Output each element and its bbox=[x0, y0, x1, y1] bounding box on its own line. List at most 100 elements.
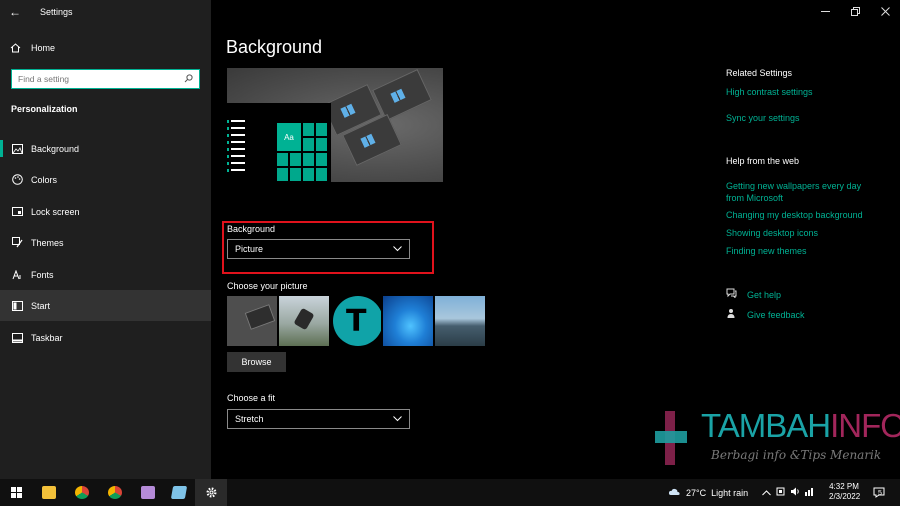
sidebar-item-label: Start bbox=[31, 300, 51, 311]
search-input[interactable]: Find a setting bbox=[11, 69, 200, 89]
change-background-link[interactable]: Changing my desktop background bbox=[726, 209, 863, 221]
system-tray bbox=[762, 479, 818, 506]
chrome-icon[interactable] bbox=[66, 479, 98, 506]
watermark-tagline: Berbagi info &Tips Menarik bbox=[711, 448, 882, 462]
brush-icon bbox=[11, 237, 23, 249]
picture-thumbnail[interactable]: T bbox=[331, 296, 381, 346]
picture-thumbnails: T bbox=[227, 296, 485, 346]
sidebar-item-label: Fonts bbox=[31, 269, 54, 280]
get-help-link[interactable]: Get help bbox=[726, 288, 781, 301]
start-icon bbox=[11, 300, 23, 312]
weather-desc: Light rain bbox=[711, 487, 749, 498]
weather-widget[interactable]: 27°C Light rain bbox=[668, 479, 748, 506]
fit-dropdown-value: Stretch bbox=[235, 414, 264, 424]
choose-picture-label: Choose your picture bbox=[227, 281, 308, 291]
sidebar-item-themes[interactable]: Themes bbox=[0, 227, 211, 258]
sidebar-item-label: Taskbar bbox=[31, 332, 63, 343]
sidebar: ← Settings Home Find a setting Personali… bbox=[0, 0, 211, 479]
back-button[interactable]: ← bbox=[0, 0, 30, 24]
palette-icon bbox=[11, 174, 23, 186]
file-explorer-icon[interactable] bbox=[33, 479, 65, 506]
give-feedback-link[interactable]: Give feedback bbox=[726, 308, 805, 322]
give-feedback-label: Give feedback bbox=[747, 310, 805, 320]
minimize-button[interactable] bbox=[810, 0, 840, 22]
sidebar-item-lock-screen[interactable]: Lock screen bbox=[0, 196, 211, 227]
taskbar-icon bbox=[11, 332, 23, 344]
sidebar-item-colors[interactable]: Colors bbox=[0, 164, 211, 195]
picture-thumbnail[interactable] bbox=[383, 296, 433, 346]
background-label: Background bbox=[227, 224, 276, 234]
background-dropdown[interactable]: Picture bbox=[227, 239, 410, 259]
sidebar-item-fonts[interactable]: Fonts bbox=[0, 259, 211, 290]
paint-app-icon[interactable] bbox=[132, 479, 164, 506]
tiles-preview: Aa bbox=[277, 123, 327, 181]
sidebar-item-label: Background bbox=[31, 143, 80, 154]
lock-screen-icon bbox=[11, 206, 23, 218]
close-button[interactable] bbox=[870, 0, 900, 22]
gear-icon bbox=[206, 487, 216, 498]
browse-button[interactable]: Browse bbox=[227, 352, 286, 372]
help-chat-icon bbox=[726, 288, 740, 301]
feedback-icon bbox=[726, 308, 740, 322]
clock-date: 2/3/2022 bbox=[829, 492, 861, 501]
chrome-profile-icon[interactable] bbox=[99, 479, 131, 506]
network-icon[interactable] bbox=[804, 487, 818, 498]
chevron-down-icon bbox=[393, 244, 402, 254]
volume-icon[interactable] bbox=[790, 487, 804, 498]
settings-taskbar-icon[interactable] bbox=[195, 479, 227, 506]
start-button[interactable] bbox=[0, 479, 32, 506]
picture-thumbnail[interactable] bbox=[279, 296, 329, 346]
title-bar: ← Settings bbox=[0, 0, 211, 24]
new-wallpapers-link-line2: from Microsoft bbox=[726, 193, 784, 203]
main-panel: Background Aa Background Picture Choose … bbox=[211, 0, 900, 479]
fit-label: Choose a fit bbox=[227, 393, 276, 403]
sidebar-item-label: Lock screen bbox=[31, 206, 80, 217]
home-icon bbox=[10, 43, 24, 53]
picture-thumbnail[interactable] bbox=[227, 296, 277, 346]
battery-plug-icon[interactable] bbox=[776, 487, 790, 498]
background-dropdown-value: Picture bbox=[235, 244, 264, 254]
new-wallpapers-link[interactable]: Getting new wallpapers every day from Mi… bbox=[726, 180, 861, 204]
tile-label: Aa bbox=[277, 123, 301, 151]
new-wallpapers-link-line1: Getting new wallpapers every day bbox=[726, 181, 862, 191]
search-placeholder: Find a setting bbox=[18, 74, 70, 84]
window-controls bbox=[810, 0, 900, 22]
picture-thumbnail[interactable] bbox=[435, 296, 485, 346]
app-title: Settings bbox=[40, 7, 73, 17]
watermark-plus-icon bbox=[655, 411, 687, 465]
sidebar-item-background[interactable]: Background bbox=[0, 133, 211, 164]
home-nav-item[interactable]: Home bbox=[10, 40, 55, 56]
desktop-icons-link[interactable]: Showing desktop icons bbox=[726, 227, 818, 239]
notification-count: 5 bbox=[878, 489, 882, 497]
high-contrast-link[interactable]: High contrast settings bbox=[726, 86, 813, 98]
weather-temp: 27°C bbox=[686, 487, 707, 498]
sidebar-item-label: Colors bbox=[31, 174, 58, 185]
taskbar: 27°C Light rain 5 bbox=[0, 479, 900, 506]
watermark-text: TAMBAHINFO bbox=[701, 407, 900, 444]
chevron-down-icon bbox=[393, 414, 402, 424]
home-label: Home bbox=[31, 43, 56, 53]
sidebar-item-label: Themes bbox=[31, 237, 64, 248]
restore-button[interactable] bbox=[840, 0, 870, 22]
notes-app-icon[interactable] bbox=[163, 479, 195, 506]
sidebar-item-taskbar[interactable]: Taskbar bbox=[0, 322, 211, 353]
fit-dropdown[interactable]: Stretch bbox=[227, 409, 410, 429]
help-web-title: Help from the web bbox=[726, 156, 800, 166]
sync-settings-link[interactable]: Sync your settings bbox=[726, 112, 800, 124]
section-title: Personalization bbox=[11, 104, 78, 114]
sidebar-item-start[interactable]: Start bbox=[0, 290, 211, 321]
page-title: Background bbox=[226, 37, 323, 57]
windows-logo-icon bbox=[10, 487, 22, 498]
related-settings-title: Related Settings bbox=[726, 68, 793, 78]
notification-center-button[interactable]: 5 bbox=[873, 479, 885, 506]
cloud-rain-icon bbox=[668, 488, 680, 495]
get-help-label: Get help bbox=[747, 289, 782, 300]
chevron-up-icon[interactable] bbox=[762, 488, 776, 498]
clock-time: 4:32 PM bbox=[829, 482, 859, 491]
picture-icon bbox=[11, 143, 23, 155]
clock[interactable]: 4:32 PM 2/3/2022 bbox=[829, 482, 861, 502]
new-themes-link[interactable]: Finding new themes bbox=[726, 245, 807, 257]
search-icon bbox=[184, 73, 193, 85]
background-preview: Aa bbox=[227, 68, 443, 182]
font-icon bbox=[11, 269, 23, 281]
